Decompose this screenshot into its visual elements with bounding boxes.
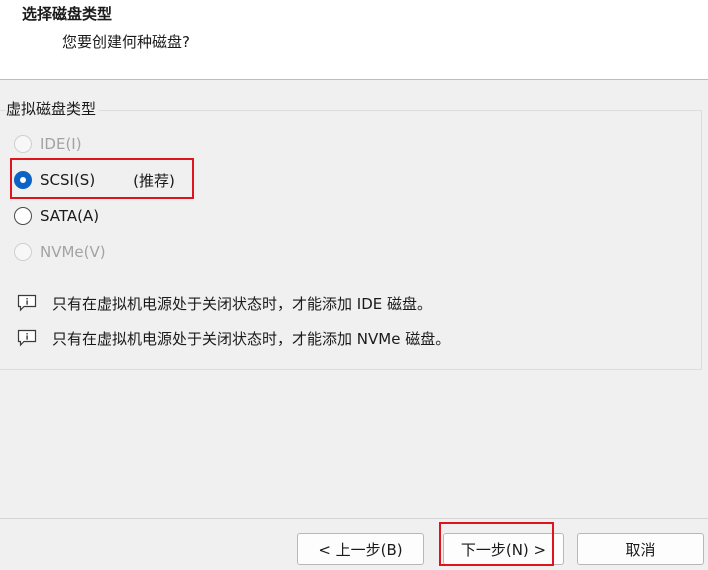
next-button[interactable]: 下一步(N) > (443, 533, 564, 565)
wizard-header: 选择磁盘类型 您要创建何种磁盘? (0, 0, 708, 80)
radio-button-selected-icon[interactable] (14, 171, 32, 189)
radio-label-nvme: NVMe(V) (40, 243, 106, 261)
info-message-nvme: 只有在虚拟机电源处于关闭状态时，才能添加 NVMe 磁盘。 (16, 326, 450, 350)
back-button[interactable]: < 上一步(B) (297, 533, 424, 565)
group-legend: 虚拟磁盘类型 (6, 98, 100, 120)
page-subtitle: 您要创建何种磁盘? (62, 33, 190, 51)
radio-button-icon[interactable] (14, 207, 32, 225)
page-title: 选择磁盘类型 (22, 5, 113, 23)
info-comment-icon (17, 329, 37, 347)
radio-sata[interactable]: SATA(A) (14, 204, 99, 228)
radio-button-icon[interactable] (14, 243, 32, 261)
radio-label-sata: SATA(A) (40, 207, 100, 225)
info-comment-icon (17, 294, 37, 312)
radio-ide[interactable]: IDE(I) (14, 132, 82, 156)
info-message-ide: 只有在虚拟机电源处于关闭状态时，才能添加 IDE 磁盘。 (16, 291, 432, 315)
radio-button-icon[interactable] (14, 135, 32, 153)
radio-label-ide: IDE(I) (40, 135, 82, 153)
radio-nvme[interactable]: NVMe(V) (14, 240, 106, 264)
radio-scsi[interactable]: SCSI(S) (推荐) (14, 168, 175, 192)
recommended-note: (推荐) (133, 171, 175, 190)
radio-label-scsi: SCSI(S) (40, 171, 96, 189)
info-text-ide: 只有在虚拟机电源处于关闭状态时，才能添加 IDE 磁盘。 (52, 294, 432, 313)
info-text-nvme: 只有在虚拟机电源处于关闭状态时，才能添加 NVMe 磁盘。 (52, 329, 451, 348)
footer-divider (0, 518, 708, 519)
cancel-button[interactable]: 取消 (577, 533, 704, 565)
